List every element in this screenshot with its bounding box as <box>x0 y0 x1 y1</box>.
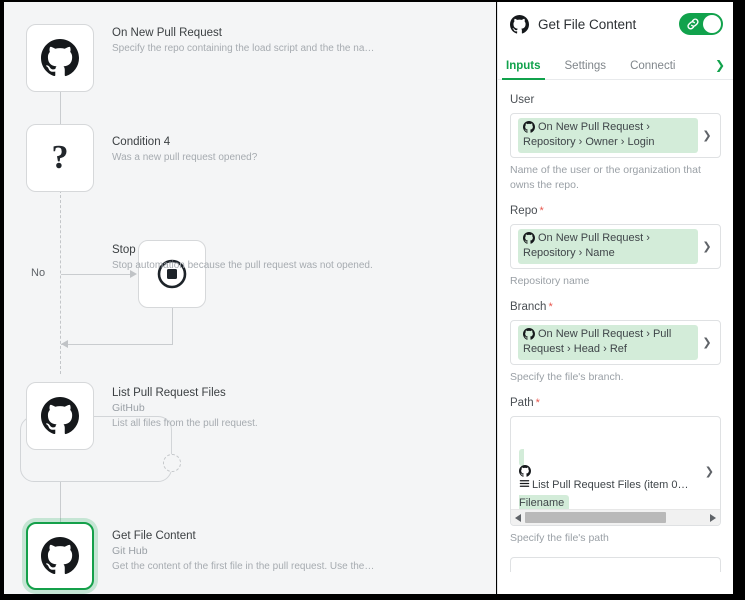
arrow-return-icon <box>61 340 68 348</box>
node-title: Stop <box>112 244 136 256</box>
add-node-button[interactable] <box>163 454 181 472</box>
required-marker: * <box>539 205 544 217</box>
panel-header: Get File Content <box>498 2 733 46</box>
path-value-line1: List Pull Request Files (item 0… <box>532 479 689 491</box>
path-field-value: List Pull Request Files (item 0… Filenam… <box>519 449 696 512</box>
field-label-path: Path * <box>510 396 721 410</box>
question-mark-icon: ? <box>51 139 69 176</box>
repo-value-line1: On New Pull Request › <box>538 232 650 244</box>
node-description: Specify the repo containing the load scr… <box>112 43 375 54</box>
node-icon-box[interactable]: ? <box>26 124 94 192</box>
repo-value-line2: Repository › Name <box>523 247 615 259</box>
node-icon-box[interactable] <box>26 522 94 590</box>
field-hint-user: Name of the user or the organization tha… <box>510 164 701 191</box>
node-title: Condition 4 <box>112 136 171 148</box>
branch-label-no: No <box>31 267 46 279</box>
chevron-right-icon[interactable]: ❯ <box>715 59 725 71</box>
node-title: Get File Content <box>112 530 196 542</box>
github-icon <box>523 121 535 133</box>
repo-field-value: On New Pull Request › Repository › Name <box>518 229 698 264</box>
path-field-value-wrap: List Pull Request Files (item 0… Filenam… <box>519 447 696 512</box>
field-label-repo: Repo * <box>510 204 721 218</box>
connection-toggle[interactable] <box>679 13 723 35</box>
field-hint-path: Specify the file's path <box>510 532 609 544</box>
connector-trigger-to-condition <box>60 92 61 124</box>
node-description: Was a new pull request opened? <box>112 152 258 163</box>
path-value-line2: Filename <box>519 497 565 509</box>
required-marker: * <box>548 301 553 313</box>
user-value-line2: Repository › Owner › Login <box>523 136 655 148</box>
inputs-form: User On New Pull Request › Repository › … <box>498 81 733 594</box>
node-icon-box[interactable] <box>26 382 94 450</box>
node-app-name: GitHub <box>112 402 145 414</box>
connector-stop-down <box>172 308 173 344</box>
path-field[interactable]: List Pull Request Files (item 0… Filenam… <box>510 416 721 526</box>
branch-value-line1: On New Pull Request › <box>538 328 650 340</box>
field-label-text: User <box>510 94 535 106</box>
github-icon <box>523 328 535 340</box>
path-horizontal-scrollbar[interactable] <box>511 509 720 525</box>
list-icon <box>519 478 530 489</box>
user-field[interactable]: On New Pull Request › Repository › Owner… <box>510 113 721 158</box>
field-label-text: Branch <box>510 301 547 313</box>
github-icon <box>519 465 696 478</box>
workflow-canvas[interactable]: No On New Pull Request Specify the repo … <box>4 2 496 594</box>
panel-tabs: Inputs Settings Connecti ❯ <box>498 46 733 80</box>
node-text-block: On New Pull Request Specify the repo con… <box>112 25 374 56</box>
node-app-name: Git Hub <box>112 545 148 557</box>
tab-settings[interactable]: Settings <box>565 60 607 79</box>
branch-field[interactable]: On New Pull Request › Pull Request › Hea… <box>510 320 721 365</box>
field-hint-repo: Repository name <box>510 275 590 287</box>
required-marker: * <box>535 397 540 409</box>
scrollbar-track[interactable] <box>525 512 706 523</box>
node-description: Stop automation because the pull request… <box>112 260 373 271</box>
chain-link-icon <box>686 17 700 31</box>
field-label-branch: Branch * <box>510 300 721 314</box>
user-value-line1: On New Pull Request › <box>538 121 650 133</box>
node-icon-box[interactable] <box>26 24 94 92</box>
chevron-down-icon[interactable]: ❯ <box>698 129 716 142</box>
github-icon <box>41 39 79 77</box>
github-icon <box>41 397 79 435</box>
tab-connections[interactable]: Connecti <box>630 60 675 79</box>
next-field-partial[interactable] <box>510 557 721 572</box>
node-text-block: List Pull Request Files GitHub List all … <box>112 385 258 431</box>
node-text-block: Condition 4 Was a new pull request opene… <box>112 134 257 165</box>
scrollbar-thumb[interactable] <box>525 512 667 523</box>
field-label-text: Repo <box>510 205 538 217</box>
github-icon <box>510 14 529 34</box>
node-description: List all files from the pull request. <box>112 418 258 429</box>
repo-field[interactable]: On New Pull Request › Repository › Name … <box>510 224 721 269</box>
branch-field-value: On New Pull Request › Pull Request › Hea… <box>518 325 698 360</box>
connector-no-to-stop <box>61 274 133 275</box>
chevron-down-icon[interactable]: ❯ <box>698 336 716 349</box>
node-text-block: Stop Stop automation because the pull re… <box>112 242 373 273</box>
connector-list-to-getfile <box>60 482 61 522</box>
field-label-user: User <box>510 93 721 107</box>
chevron-down-icon[interactable]: ❯ <box>698 240 716 253</box>
tab-inputs[interactable]: Inputs <box>502 60 544 80</box>
user-field-value: On New Pull Request › Repository › Owner… <box>518 118 698 153</box>
properties-panel: Get File Content Inputs Settings Connect… <box>497 2 733 594</box>
field-label-text: Path <box>510 397 534 409</box>
toggle-knob <box>703 15 721 33</box>
chevron-down-icon[interactable]: ❯ <box>705 465 714 478</box>
github-icon <box>41 537 79 575</box>
node-title: On New Pull Request <box>112 27 222 39</box>
node-title: List Pull Request Files <box>112 387 226 399</box>
connector-stop-return <box>61 344 173 345</box>
arrow-left-icon[interactable] <box>515 514 521 522</box>
field-hint-branch: Specify the file's branch. <box>510 371 624 383</box>
github-icon <box>523 232 535 244</box>
node-description: Get the content of the first file in the… <box>112 561 375 572</box>
arrow-right-icon[interactable] <box>710 514 716 522</box>
app-viewport: No On New Pull Request Specify the repo … <box>0 0 745 600</box>
node-text-block: Get File Content Git Hub Get the content… <box>112 528 374 574</box>
path-value-row1: List Pull Request Files (item 0… <box>519 478 696 493</box>
panel-title: Get File Content <box>538 16 637 32</box>
